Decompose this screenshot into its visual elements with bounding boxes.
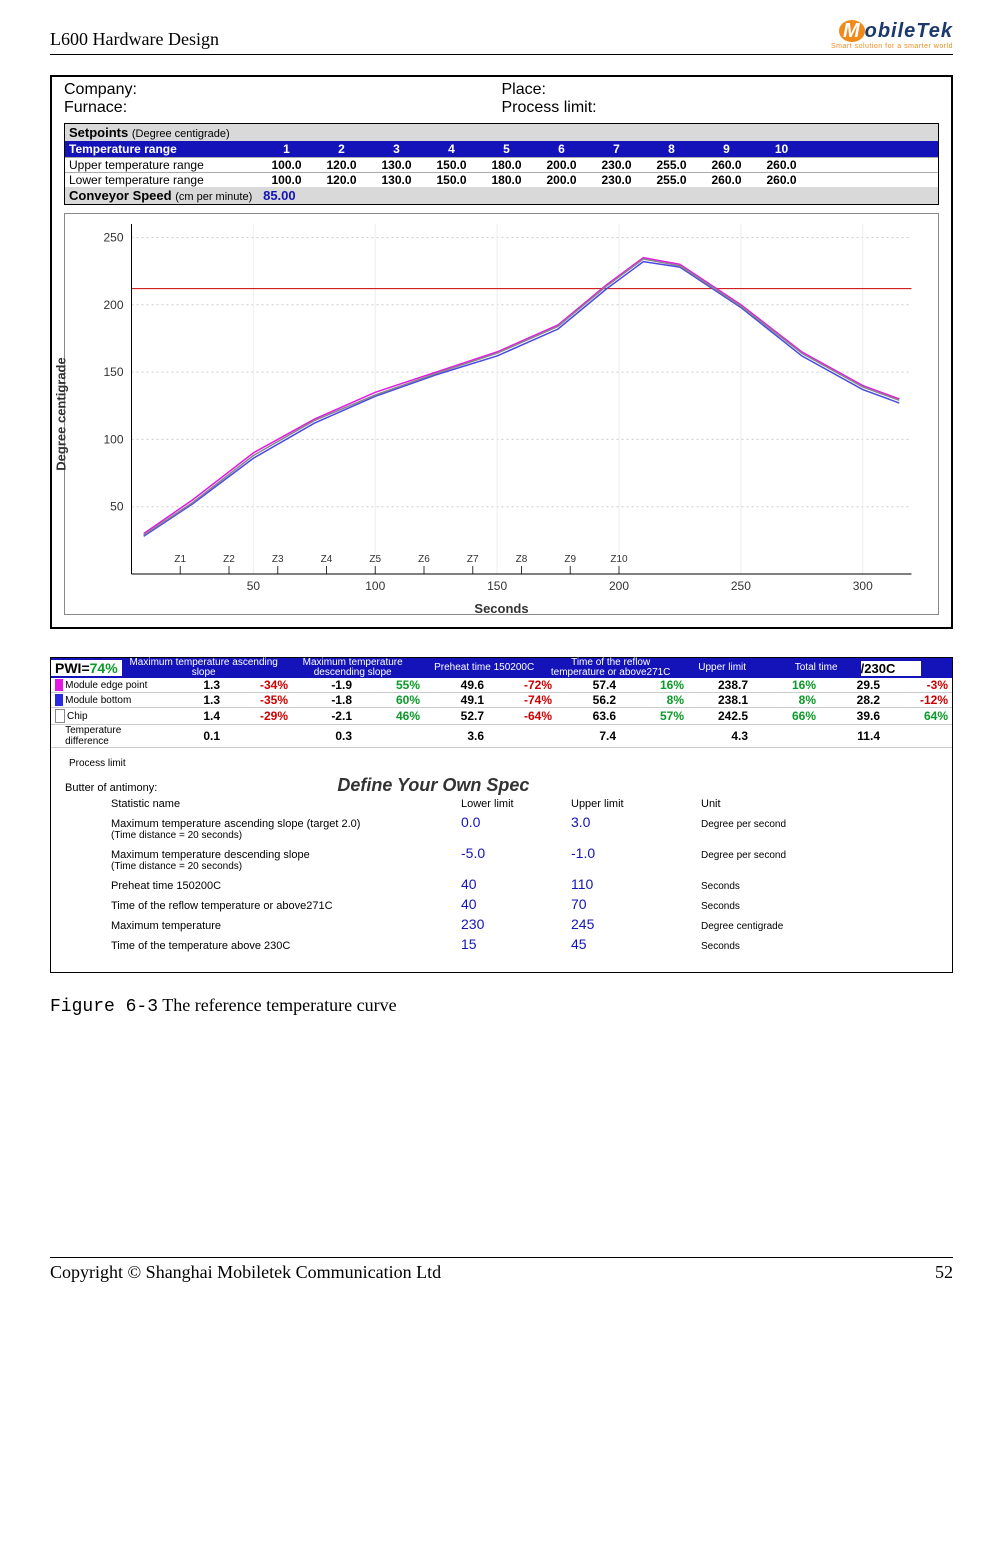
- place-label: Place:: [502, 81, 940, 99]
- spec-row: Preheat time 150200C 40110Seconds: [111, 876, 952, 892]
- svg-text:Z8: Z8: [516, 554, 528, 565]
- stat-head: Time of the reflow temperature or above2…: [549, 658, 673, 678]
- spec-row: Maximum temperature 230245Degree centigr…: [111, 916, 952, 932]
- svg-text:50: 50: [247, 579, 261, 593]
- spec-header: Define Your Own Spec: [337, 775, 529, 796]
- svg-text:Z4: Z4: [321, 554, 333, 565]
- svg-text:50: 50: [110, 500, 124, 514]
- doc-title: L600 Hardware Design: [50, 29, 219, 50]
- lower-vals: 100.0120.0130.0150.0180.0200.0230.0255.0…: [259, 173, 809, 187]
- svg-text:100: 100: [103, 432, 123, 446]
- stat-row: Module edge point1.3-34%-1.955%49.6-72%5…: [51, 678, 952, 693]
- page-footer: Copyright © Shanghai Mobiletek Communica…: [50, 1257, 953, 1283]
- zone-col: 6: [534, 142, 589, 156]
- stat-row: Module bottom1.3-35%-1.860%49.1-74%56.28…: [51, 693, 952, 708]
- svg-text:150: 150: [103, 365, 123, 379]
- svg-text:200: 200: [609, 579, 629, 593]
- spec-row: Time of the temperature above 230C 1545S…: [111, 936, 952, 952]
- stat-head: Maximum temperature descending slope: [286, 658, 420, 678]
- zone-col: 3: [369, 142, 424, 156]
- y-axis-label: Degree centigrade: [54, 357, 69, 470]
- svg-text:Z1: Z1: [174, 554, 186, 565]
- stat-name: Module bottom: [65, 695, 160, 706]
- zone-col: 5: [479, 142, 534, 156]
- stats-box: PWI=74% Maximum temperature ascending sl…: [50, 657, 953, 973]
- stat-head: Total time: [772, 663, 861, 673]
- zone-col: 4: [424, 142, 479, 156]
- stat-end: /230C: [861, 661, 921, 676]
- legend-swatch: [55, 709, 65, 723]
- svg-text:Z7: Z7: [467, 554, 479, 565]
- svg-text:100: 100: [365, 579, 385, 593]
- legend-swatch: [55, 694, 63, 706]
- x-axis-label: Seconds: [474, 601, 528, 616]
- main-diagram: Company: Place: Furnace: Process limit: …: [50, 75, 953, 629]
- range-label: Temperature range: [69, 142, 259, 156]
- reflow-chart: Degree centigrade 5010015020025050100150…: [64, 213, 939, 615]
- lower-label: Lower temperature range: [69, 173, 259, 187]
- stat-row: Temperature difference0.10.33.67.44.311.…: [51, 725, 952, 748]
- figure-caption: Figure 6-3 The reference temperature cur…: [50, 995, 953, 1017]
- stat-name: Temperature difference: [65, 725, 160, 747]
- spec-table: Statistic name Lower limit Upper limit U…: [111, 798, 952, 952]
- zone-col: 1: [259, 142, 314, 156]
- legend-swatch: [55, 679, 63, 691]
- svg-text:250: 250: [103, 230, 123, 244]
- svg-text:Z6: Z6: [418, 554, 430, 565]
- figure-number: Figure 6-3: [50, 997, 158, 1017]
- zone-col: 8: [644, 142, 699, 156]
- page-number: 52: [935, 1262, 953, 1283]
- zone-col: 10: [754, 142, 809, 156]
- conveyor-unit: (cm per minute): [175, 191, 252, 203]
- svg-text:200: 200: [103, 298, 123, 312]
- zone-col: 9: [699, 142, 754, 156]
- svg-text:300: 300: [853, 579, 873, 593]
- setpoints-title: Setpoints: [69, 125, 128, 140]
- stat-head: Upper limit: [673, 663, 772, 673]
- upper-vals: 100.0120.0130.0150.0180.0200.0230.0255.0…: [259, 158, 809, 172]
- brand-logo: MobileTek Smart solution for a smarter w…: [831, 20, 953, 50]
- page-header: L600 Hardware Design MobileTek Smart sol…: [50, 20, 953, 55]
- process-limit-text: Process limit: [69, 758, 952, 769]
- svg-text:Z10: Z10: [610, 554, 628, 565]
- zone-col: 2: [314, 142, 369, 156]
- company-label: Company:: [64, 81, 502, 99]
- pwi-badge: PWI=74%: [51, 660, 122, 676]
- logo-tagline: Smart solution for a smarter world: [831, 43, 953, 50]
- zone-col: 7: [589, 142, 644, 156]
- conveyor-label: Conveyor Speed: [69, 188, 172, 203]
- furnace-label: Furnace:: [64, 99, 502, 117]
- setpoints-table: Setpoints (Degree centigrade) Temperatur…: [64, 123, 939, 205]
- stat-name: Module edge point: [65, 680, 160, 691]
- spec-row: Time of the reflow temperature or above2…: [111, 896, 952, 912]
- spec-row: Maximum temperature ascending slope (tar…: [111, 814, 952, 841]
- svg-text:Z5: Z5: [369, 554, 381, 565]
- stat-head: Maximum temperature ascending slope: [122, 658, 286, 678]
- stat-name: Chip: [67, 711, 160, 722]
- spec-row: Maximum temperature descending slope(Tim…: [111, 845, 952, 872]
- spec-col-name: Statistic name: [111, 798, 461, 810]
- svg-text:Z9: Z9: [564, 554, 576, 565]
- figure-text: The reference temperature curve: [162, 995, 396, 1015]
- svg-text:150: 150: [487, 579, 507, 593]
- process-limit-label: Process limit:: [502, 99, 940, 117]
- svg-text:Z2: Z2: [223, 554, 235, 565]
- spec-col-ll: Lower limit: [461, 798, 571, 810]
- spec-col-ul: Upper limit: [571, 798, 701, 810]
- conveyor-value: 85.00: [263, 188, 296, 203]
- upper-label: Upper temperature range: [69, 158, 259, 172]
- svg-text:250: 250: [731, 579, 751, 593]
- stat-head: Preheat time 150200C: [420, 663, 549, 673]
- logo-text: MobileTek: [839, 20, 953, 43]
- svg-text:Z3: Z3: [272, 554, 284, 565]
- copyright: Copyright © Shanghai Mobiletek Communica…: [50, 1262, 441, 1283]
- stat-row: Chip1.4-29%-2.146%52.7-64%63.657%242.566…: [51, 708, 952, 725]
- legend-swatch: [55, 730, 63, 742]
- stats-header: PWI=74% Maximum temperature ascending sl…: [51, 658, 952, 678]
- spec-col-un: Unit: [701, 798, 861, 810]
- chart-svg: 50 100 150 200 250 50 100 150 200 250 300 Z1 Z2 Z3 Z4 Z…: [65, 214, 938, 614]
- butter-label: Butter of antimony:: [65, 782, 157, 794]
- setpoints-unit: (Degree centigrade): [132, 128, 230, 140]
